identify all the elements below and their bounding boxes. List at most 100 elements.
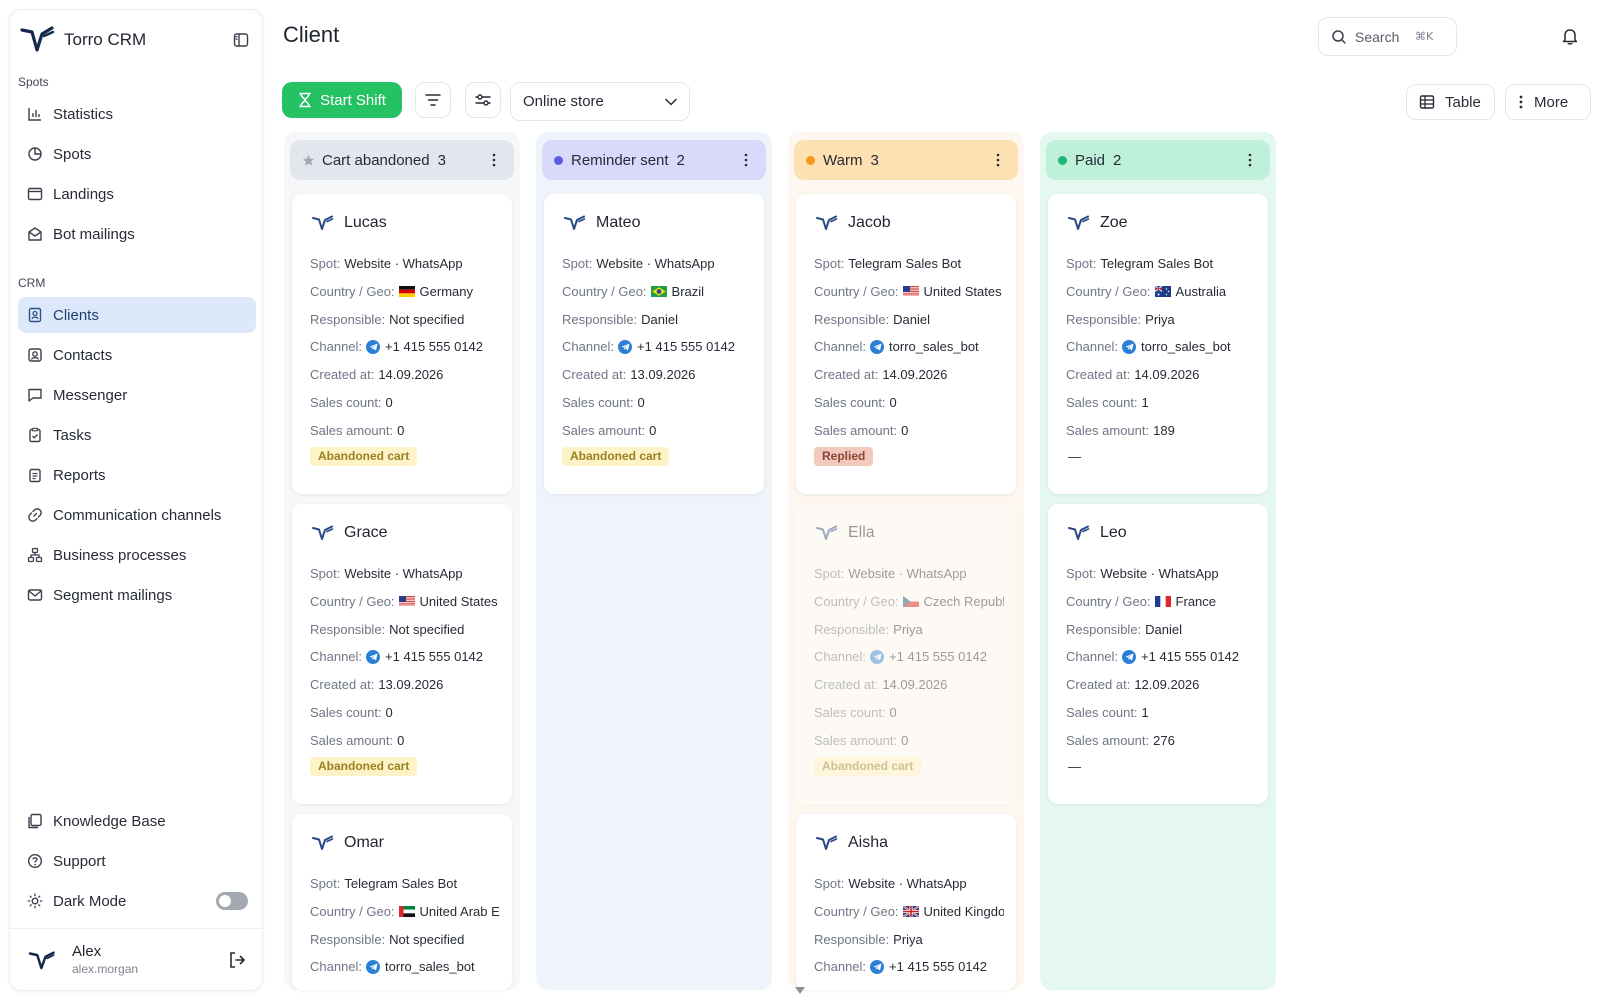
column-menu-icon[interactable] [736, 150, 756, 170]
status-badge: Abandoned cart [310, 446, 418, 466]
field-spot: Spot: Website · WhatsApp [1066, 566, 1256, 581]
more-label: More [1534, 93, 1569, 111]
start-shift-button[interactable]: Start Shift [282, 82, 402, 118]
client-name: Leo [1068, 524, 1127, 542]
field-value: 0 [386, 395, 393, 410]
bar-chart-icon [26, 105, 44, 123]
sidebar-item-label: Communication channels [53, 506, 222, 524]
client-card[interactable]: Omar Spot: Telegram Sales Bot Country / Geo… [292, 814, 512, 990]
sidebar-item-business-processes[interactable]: Business processes [18, 537, 256, 573]
client-card[interactable]: Jacob Spot: Telegram Sales Bot Country / Ge… [796, 194, 1016, 494]
sidebar-item-knowledge-base[interactable]: Knowledge Base [18, 803, 256, 839]
field-label: Spot: [814, 566, 845, 581]
store-select[interactable]: Online store [510, 82, 690, 121]
field-value: 0 [386, 705, 393, 720]
field-spot: Spot: Telegram Sales Bot [1066, 256, 1256, 271]
client-card[interactable]: Grace Spot: Website · WhatsApp Country / Ge… [292, 504, 512, 804]
sidebar-collapse-icon[interactable] [230, 29, 252, 51]
field-value: 14.09.2026 [882, 367, 947, 382]
telegram-icon [366, 649, 381, 664]
search-shortcut: ⌘K [1415, 30, 1434, 43]
settings-sliders-button[interactable] [465, 82, 501, 118]
client-name: Ella [816, 524, 875, 542]
field-label: Spot: [310, 256, 341, 271]
sidebar-item-statistics[interactable]: Statistics [18, 96, 256, 132]
client-card[interactable]: Mateo Spot: Website · WhatsApp Country / Ge… [544, 194, 764, 494]
user-email: alex.morgan [72, 962, 139, 976]
column-0: Cart abandoned 3 Lucas Spot: Website · Whats… [284, 132, 520, 990]
column-menu-icon[interactable] [988, 150, 1008, 170]
field-value-text: Priya [893, 931, 923, 947]
field-label: Country / Geo: [310, 283, 395, 299]
sidebar-item-bot-mailings[interactable]: Bot mailings [18, 216, 256, 252]
status-dot [554, 155, 563, 165]
table-view-button[interactable]: Table [1406, 84, 1495, 120]
client-card[interactable]: Ella Spot: Website · WhatsApp Country / Geo… [796, 504, 1016, 804]
field-label: Created at: [814, 367, 879, 383]
sidebar-item-segment-mailings[interactable]: Segment mailings [18, 577, 256, 613]
pie-chart-icon [26, 145, 44, 163]
client-card[interactable]: Aisha Spot: Website · WhatsApp Country / Ge… [796, 814, 1016, 990]
field-value-text: Daniel [893, 311, 931, 327]
search-box[interactable]: ⌘K [1318, 17, 1457, 56]
field-value: 14.09.2026 [378, 367, 443, 382]
client-card[interactable]: Lucas Spot: Website · WhatsApp Country / Ge… [292, 194, 512, 494]
sidebar-item-reports[interactable]: Reports [18, 457, 256, 493]
logout-icon[interactable] [226, 949, 248, 971]
column-menu-icon[interactable] [484, 150, 504, 170]
sidebar-item-spots[interactable]: Spots [18, 136, 256, 172]
field-sales_amount: Sales amount: 0 [310, 423, 500, 438]
field-value-text: Telegram Sales Bot [344, 876, 458, 891]
bell-icon[interactable] [1560, 26, 1580, 46]
sliders-icon [475, 94, 491, 106]
field-label: Sales amount: [310, 422, 394, 438]
field-sales_count: Sales count: 1 [1066, 395, 1256, 410]
sidebar-item-clients[interactable]: Clients [18, 297, 256, 333]
filter-button[interactable] [415, 82, 451, 118]
field-country: Country / Geo: France [1066, 594, 1256, 609]
field-value-text: 14.09.2026 [882, 367, 948, 383]
field-value-text: 0 [901, 422, 909, 438]
search-input[interactable] [1355, 28, 1415, 45]
field-value-text: 13.09.2026 [378, 677, 444, 693]
sidebar-item-support[interactable]: Support [18, 843, 256, 879]
client-card[interactable]: Leo Spot: Website · WhatsApp Country / Geo:… [1048, 504, 1268, 804]
field-sales_amount: Sales amount: 0 [814, 733, 1004, 748]
field-value: Website · WhatsApp [344, 256, 462, 271]
sidebar-item-label: Messenger [53, 386, 128, 404]
field-value-text: Priya [893, 621, 923, 637]
field-value: 12.09.2026 [1134, 677, 1199, 692]
column-menu-icon[interactable] [1240, 150, 1260, 170]
field-value: 0 [890, 705, 897, 720]
client-name: Aisha [816, 834, 888, 852]
field-value-text: +1 415 555 0142 [889, 959, 988, 975]
field-value-text: United States [419, 593, 498, 609]
field-spot: Spot: Website · WhatsApp [814, 566, 1004, 581]
field-value: 189 [1153, 423, 1175, 438]
field-value: +1 415 555 0142 [870, 959, 987, 974]
field-value: Priya [1145, 312, 1175, 327]
scroll-down-icon[interactable] [786, 982, 814, 1000]
field-sales_amount: Sales amount: 0 [562, 423, 752, 438]
sidebar-item-tasks[interactable]: Tasks [18, 417, 256, 453]
status-badge: Abandoned cart [562, 446, 670, 466]
field-country: Country / Geo: Germany [310, 284, 500, 299]
field-country: Country / Geo: Australia [1066, 284, 1256, 299]
client-card[interactable]: Zoe Spot: Telegram Sales Bot Country / Geo:… [1048, 194, 1268, 494]
sidebar-item-landings[interactable]: Landings [18, 176, 256, 212]
field-value: United States [902, 284, 1002, 299]
client-name-text: Mateo [596, 214, 641, 231]
field-label: Sales amount: [814, 422, 898, 438]
dark-mode-toggle[interactable] [216, 892, 248, 910]
more-button[interactable]: More [1505, 84, 1591, 120]
field-value-text: +1 415 555 0142 [385, 339, 484, 355]
field-value-text: 14.09.2026 [1134, 367, 1200, 383]
sidebar: Torro CRM Spots Statistics Spots Landing… [9, 9, 263, 991]
table-icon [1419, 95, 1435, 109]
sidebar-item-communication-channels[interactable]: Communication channels [18, 497, 256, 533]
sidebar-item-contacts[interactable]: Contacts [18, 337, 256, 373]
field-label: Sales count: [814, 395, 886, 410]
field-value-text: +1 415 555 0142 [385, 649, 484, 665]
sidebar-item-messenger[interactable]: Messenger [18, 377, 256, 413]
sidebar-item-label: Statistics [53, 105, 114, 123]
